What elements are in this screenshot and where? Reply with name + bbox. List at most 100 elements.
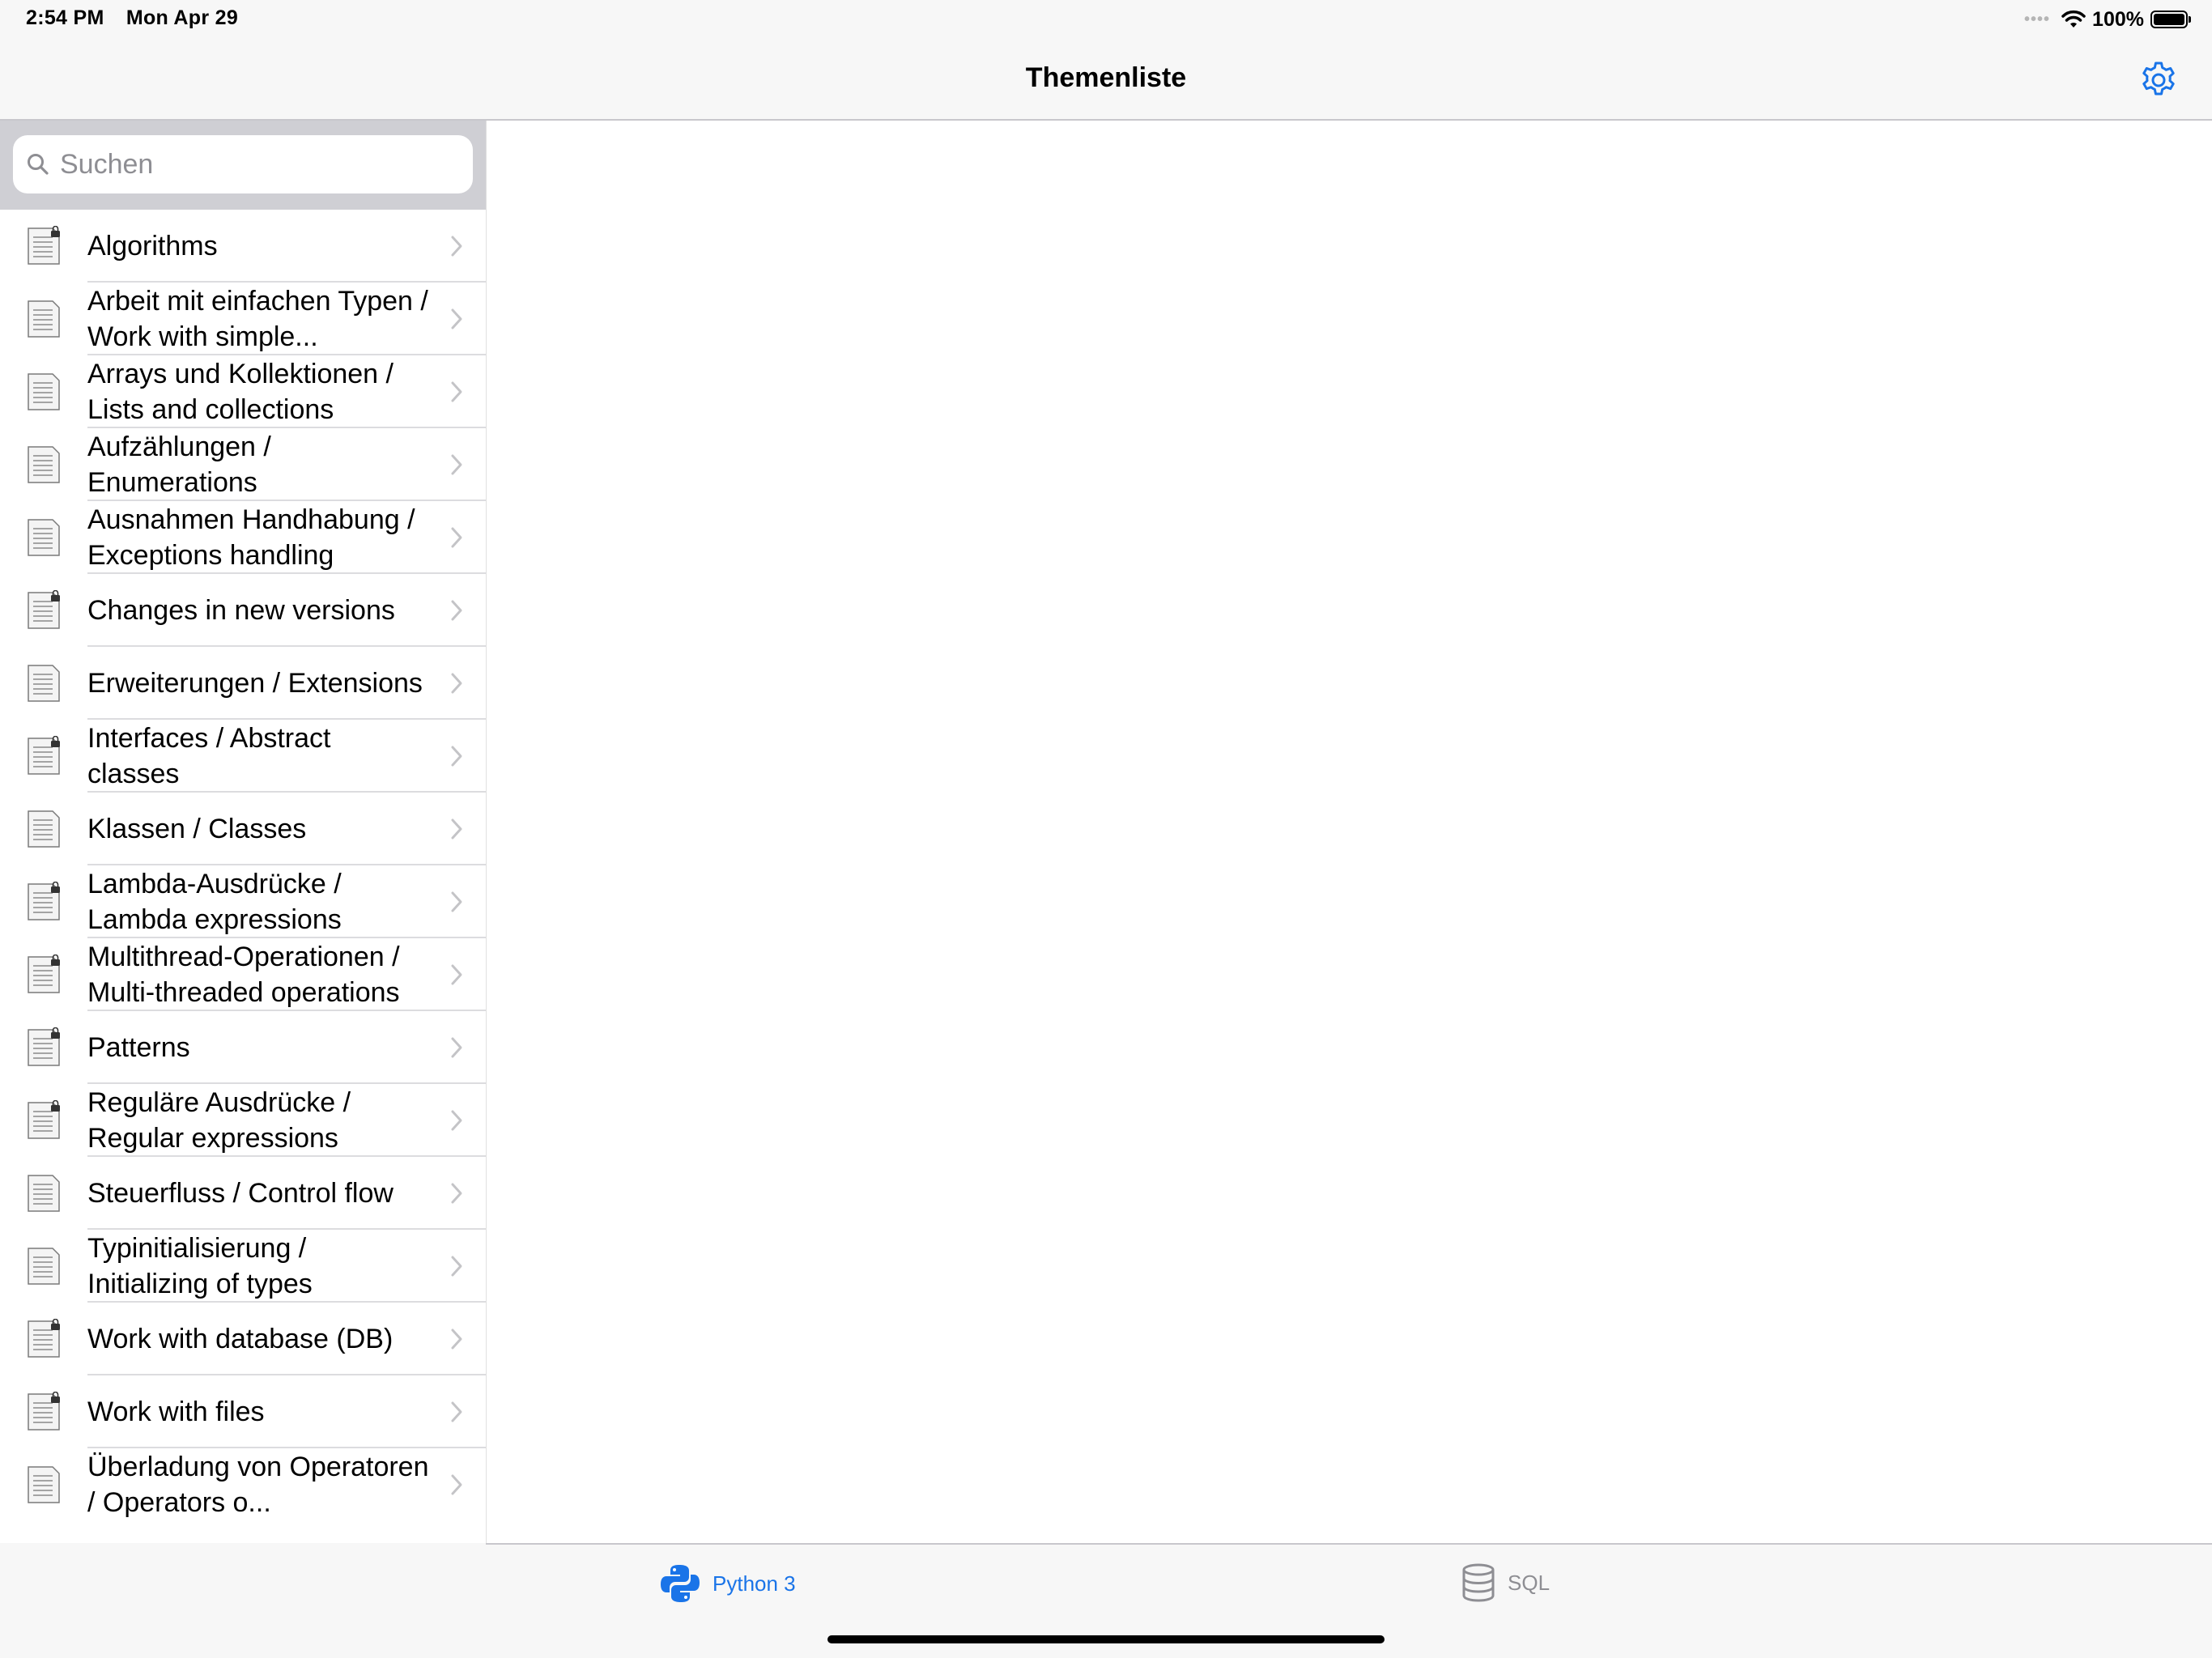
topic-list-item[interactable]: Typinitialisierung / Initializing of typ…: [0, 1230, 486, 1303]
status-date: Mon Apr 29: [125, 6, 239, 29]
sidebar: Algorithms Arbeit mit einfachen Typen / …: [0, 121, 486, 1543]
topic-label: Work with files: [87, 1397, 265, 1427]
chevron-right-icon: [450, 1182, 463, 1205]
sidebar-bottom-bar: [0, 1543, 486, 1658]
document-icon: [26, 1246, 62, 1286]
python-icon: [661, 1565, 700, 1602]
topic-list-item[interactable]: Work with files: [0, 1375, 486, 1448]
topic-label: Work with database (DB): [87, 1324, 393, 1354]
status-time-date: 2:54 PM Mon Apr 29: [26, 6, 238, 30]
locked-document-icon: [26, 1099, 62, 1141]
chevron-right-icon: [450, 891, 463, 913]
topic-label: Reguläre Ausdrücke / Regular expressions: [87, 1087, 351, 1154]
topic-label: Lambda-Ausdrücke / Lambda expressions: [87, 869, 342, 935]
document-icon: [26, 372, 62, 412]
cellular-dots-icon: ••••: [2024, 10, 2051, 28]
search-bar: [0, 121, 486, 210]
battery-percent: 100%: [2092, 7, 2144, 31]
topic-list-item[interactable]: Steuerfluss / Control flow: [0, 1157, 486, 1230]
document-icon: [26, 1465, 62, 1505]
topic-list-item[interactable]: Ausnahmen Handhabung / Exceptions handli…: [0, 501, 486, 574]
topic-list-item[interactable]: Multithread-Operationen / Multi-threaded…: [0, 938, 486, 1011]
settings-button[interactable]: [2138, 58, 2180, 100]
topic-list-item[interactable]: Reguläre Ausdrücke / Regular expressions: [0, 1084, 486, 1157]
locked-document-icon: [26, 225, 62, 266]
topic-label: Algorithms: [87, 231, 218, 261]
chevron-right-icon: [450, 380, 463, 403]
tab-sql-label: SQL: [1508, 1570, 1551, 1595]
document-icon: [26, 299, 62, 339]
tab-python[interactable]: Python 3: [659, 1562, 796, 1605]
topic-list-item[interactable]: Changes in new versions: [0, 574, 486, 647]
chevron-right-icon: [450, 1036, 463, 1059]
status-time: 2:54 PM: [26, 6, 104, 29]
chevron-right-icon: [450, 599, 463, 622]
topic-label: Steuerfluss / Control flow: [87, 1178, 393, 1209]
topic-label: Klassen / Classes: [87, 814, 307, 844]
topic-list-item[interactable]: Patterns: [0, 1011, 486, 1084]
chevron-right-icon: [450, 1109, 463, 1132]
search-icon: [28, 154, 49, 175]
status-bar: 2:54 PM Mon Apr 29 •••• 100%: [0, 0, 2212, 39]
topic-list-item[interactable]: Aufzählungen / Enumerations: [0, 428, 486, 501]
status-indicators: •••• 100%: [2024, 6, 2191, 32]
search-field[interactable]: [13, 135, 473, 193]
topic-list-item[interactable]: Work with database (DB): [0, 1303, 486, 1375]
navigation-bar: Themenliste: [0, 39, 2212, 121]
chevron-right-icon: [450, 1255, 463, 1278]
chevron-right-icon: [450, 526, 463, 549]
locked-document-icon: [26, 1318, 62, 1359]
topic-label: Patterns: [87, 1032, 190, 1063]
topic-label: Multithread-Operationen / Multi-threaded…: [87, 942, 400, 1008]
document-icon: [26, 1173, 62, 1214]
split-divider: [486, 121, 487, 1543]
locked-document-icon: [26, 1391, 62, 1432]
topic-list-item[interactable]: Klassen / Classes: [0, 793, 486, 865]
database-icon: [1462, 1563, 1495, 1602]
topic-list-item[interactable]: Interfaces / Abstract classes: [0, 720, 486, 793]
home-indicator: [827, 1635, 1385, 1643]
topic-list-item[interactable]: Arbeit mit einfachen Typen / Work with s…: [0, 283, 486, 355]
locked-document-icon: [26, 881, 62, 922]
chevron-right-icon: [450, 818, 463, 840]
topic-label: Erweiterungen / Extensions: [87, 668, 423, 699]
locked-document-icon: [26, 589, 62, 631]
chevron-right-icon: [450, 1401, 463, 1423]
chevron-right-icon: [450, 308, 463, 330]
chevron-right-icon: [450, 1328, 463, 1350]
document-icon: [26, 809, 62, 849]
chevron-right-icon: [450, 1473, 463, 1496]
chevron-right-icon: [450, 672, 463, 695]
tab-python-label: Python 3: [713, 1571, 796, 1596]
topic-label: Ausnahmen Handhabung / Exceptions handli…: [87, 504, 415, 571]
chevron-right-icon: [450, 745, 463, 767]
topic-label: Interfaces / Abstract classes: [87, 723, 331, 789]
topic-list-item[interactable]: Überladung von Operatoren / Operators o.…: [0, 1448, 486, 1521]
topic-list-item[interactable]: Algorithms: [0, 210, 486, 283]
search-input[interactable]: [60, 148, 449, 181]
topic-label: Typinitialisierung / Initializing of typ…: [87, 1233, 313, 1299]
chevron-right-icon: [450, 235, 463, 257]
page-title: Themenliste: [1025, 62, 1187, 93]
topic-list-item[interactable]: Erweiterungen / Extensions: [0, 647, 486, 720]
wifi-icon: [2061, 10, 2086, 28]
topic-list-item[interactable]: Lambda-Ausdrücke / Lambda expressions: [0, 865, 486, 938]
topic-label: Arrays und Kollektionen / Lists and coll…: [87, 359, 393, 425]
document-icon: [26, 663, 62, 704]
locked-document-icon: [26, 954, 62, 995]
gear-icon: [2142, 62, 2175, 96]
topic-label: Arbeit mit einfachen Typen / Work with s…: [87, 286, 428, 352]
locked-document-icon: [26, 735, 62, 776]
topic-label: Changes in new versions: [87, 595, 395, 626]
document-icon: [26, 444, 62, 485]
chevron-right-icon: [450, 963, 463, 986]
document-icon: [26, 517, 62, 558]
topic-label: Aufzählungen / Enumerations: [87, 432, 271, 498]
tab-sql[interactable]: SQL: [1461, 1562, 1550, 1603]
topic-list-item[interactable]: Arrays und Kollektionen / Lists and coll…: [0, 355, 486, 428]
chevron-right-icon: [450, 453, 463, 476]
locked-document-icon: [26, 1027, 62, 1068]
topic-label: Überladung von Operatoren / Operators o.…: [87, 1452, 429, 1518]
battery-icon: [2150, 11, 2191, 28]
topic-list: Algorithms Arbeit mit einfachen Typen / …: [0, 210, 486, 1521]
